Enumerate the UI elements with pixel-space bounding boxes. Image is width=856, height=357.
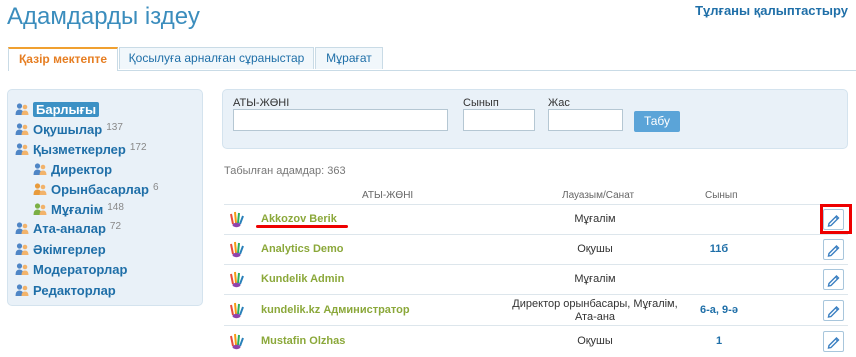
person-name-link[interactable]: kundelik.kz Администратор bbox=[261, 304, 410, 316]
people-icon bbox=[15, 242, 29, 256]
sidebar-item-label: Қызметкерлер bbox=[33, 142, 126, 157]
sidebar-item-staff[interactable]: Қызметкерлер 172 bbox=[15, 139, 147, 157]
people-icon bbox=[15, 102, 29, 116]
people-icon bbox=[33, 182, 47, 196]
person-name-link[interactable]: Analytics Demo bbox=[261, 243, 344, 255]
sidebar-item-count: 137 bbox=[106, 122, 123, 133]
found-count: Табылған адамдар: 363 bbox=[224, 165, 346, 177]
sidebar-item-parents[interactable]: Ата-аналар 72 bbox=[15, 218, 121, 236]
sidebar-item-label: Орынбасарлар bbox=[51, 182, 149, 197]
sidebar-item-label: Ата-аналар bbox=[33, 221, 106, 236]
tab-in-school[interactable]: Қазір мектепте bbox=[8, 47, 118, 71]
table-row: Analytics Demo Оқушы 11б bbox=[224, 234, 848, 265]
sidebar-item-label: Мұғалім bbox=[51, 202, 104, 217]
user-hand-icon bbox=[228, 210, 246, 228]
people-icon bbox=[15, 122, 29, 136]
header-role: Лауазым/Санат bbox=[562, 190, 635, 201]
sidebar-item-label: Директор bbox=[51, 162, 113, 177]
edit-button[interactable] bbox=[823, 239, 844, 260]
header-class: Сынып bbox=[705, 190, 738, 201]
header-name: АТЫ-ЖӨНІ bbox=[362, 190, 414, 201]
people-icon bbox=[15, 221, 29, 235]
person-role: Директор орынбасары, Мұғалім, Ата-ана bbox=[512, 298, 678, 323]
sidebar-item-label: Редакторлар bbox=[33, 283, 116, 298]
sidebar-item-students[interactable]: Оқушылар 137 bbox=[15, 119, 123, 137]
tab-archive[interactable]: Мұрағат bbox=[315, 47, 383, 69]
search-button[interactable]: Табу bbox=[634, 111, 680, 132]
people-icon bbox=[33, 162, 47, 176]
class-input[interactable] bbox=[463, 109, 535, 131]
tab-bar: Қазір мектепте Қосылуға арналған сұраныс… bbox=[8, 47, 856, 71]
sidebar-item-all[interactable]: Барлығы bbox=[15, 99, 103, 117]
age-input[interactable] bbox=[548, 109, 623, 131]
person-name-link[interactable]: Akkozov Berik bbox=[261, 213, 337, 225]
name-input[interactable] bbox=[233, 109, 448, 131]
highlight-underline bbox=[256, 225, 348, 228]
pencil-icon bbox=[827, 337, 840, 349]
sidebar-item-count: 172 bbox=[129, 142, 147, 153]
person-class-link[interactable]: 11б bbox=[679, 243, 759, 255]
class-label: Сынып bbox=[463, 97, 499, 109]
user-hand-icon bbox=[228, 240, 246, 258]
person-role: Мұғалім bbox=[574, 213, 616, 225]
people-icon bbox=[33, 202, 47, 216]
pencil-icon bbox=[827, 306, 840, 318]
user-hand-icon bbox=[228, 301, 246, 319]
pencil-icon bbox=[827, 245, 840, 257]
people-icon bbox=[15, 283, 29, 297]
page-title: Адамдарды іздеу bbox=[7, 3, 200, 30]
restore-person-link[interactable]: Тұлғаны қалыптастыру bbox=[695, 3, 848, 18]
person-class-link[interactable]: 1 bbox=[679, 335, 759, 347]
sidebar-item-moderators[interactable]: Модераторлар bbox=[15, 259, 131, 277]
edit-button[interactable] bbox=[823, 331, 844, 352]
person-name-link[interactable]: Kundelik Admin bbox=[261, 273, 344, 285]
person-name-link[interactable]: Mustafin Olzhas bbox=[261, 335, 345, 347]
pencil-icon bbox=[827, 275, 840, 287]
edit-button[interactable] bbox=[823, 300, 844, 321]
sidebar-item-deputies[interactable]: Орынбасарлар 6 bbox=[33, 179, 159, 197]
sidebar-item-label: Барлығы bbox=[33, 102, 100, 117]
sidebar-item-label: Әкімгерлер bbox=[33, 242, 106, 257]
sidebar-item-editors[interactable]: Редакторлар bbox=[15, 280, 120, 298]
edit-button[interactable] bbox=[823, 269, 844, 290]
people-icon bbox=[15, 262, 29, 276]
highlight-box bbox=[820, 204, 852, 234]
table-row: kundelik.kz Администратор Директор орынба… bbox=[224, 294, 848, 326]
person-role: Оқушы bbox=[577, 243, 613, 255]
sidebar-item-count: 148 bbox=[107, 202, 124, 213]
sidebar-item-director[interactable]: Директор bbox=[33, 159, 116, 177]
search-panel: АТЫ-ЖӨНІ Сынып Жас Табу bbox=[222, 89, 848, 149]
person-class-link[interactable]: 6-а, 9-ә bbox=[679, 304, 759, 316]
age-label: Жас bbox=[548, 97, 570, 109]
table-row: Mustafin Olzhas Оқушы 1 bbox=[224, 325, 848, 357]
table-row: Kundelik Admin Мұғалім bbox=[224, 264, 848, 295]
sidebar-item-count: 72 bbox=[109, 221, 122, 232]
sidebar-item-count: 6 bbox=[152, 182, 159, 193]
people-icon bbox=[15, 142, 29, 156]
person-role: Мұғалім bbox=[574, 273, 616, 285]
user-hand-icon bbox=[228, 270, 246, 288]
user-hand-icon bbox=[228, 332, 246, 350]
name-label: АТЫ-ЖӨНІ bbox=[233, 97, 290, 109]
table-row: Akkozov Berik Мұғалім bbox=[224, 204, 848, 235]
person-role: Оқушы bbox=[577, 335, 613, 347]
tab-join-requests[interactable]: Қосылуға арналған сұраныстар bbox=[119, 47, 314, 69]
sidebar-item-admins[interactable]: Әкімгерлер bbox=[15, 239, 110, 257]
sidebar-item-label: Модераторлар bbox=[33, 262, 128, 277]
sidebar-item-teacher[interactable]: Мұғалім 148 bbox=[33, 199, 124, 217]
sidebar-item-label: Оқушылар bbox=[33, 122, 103, 137]
